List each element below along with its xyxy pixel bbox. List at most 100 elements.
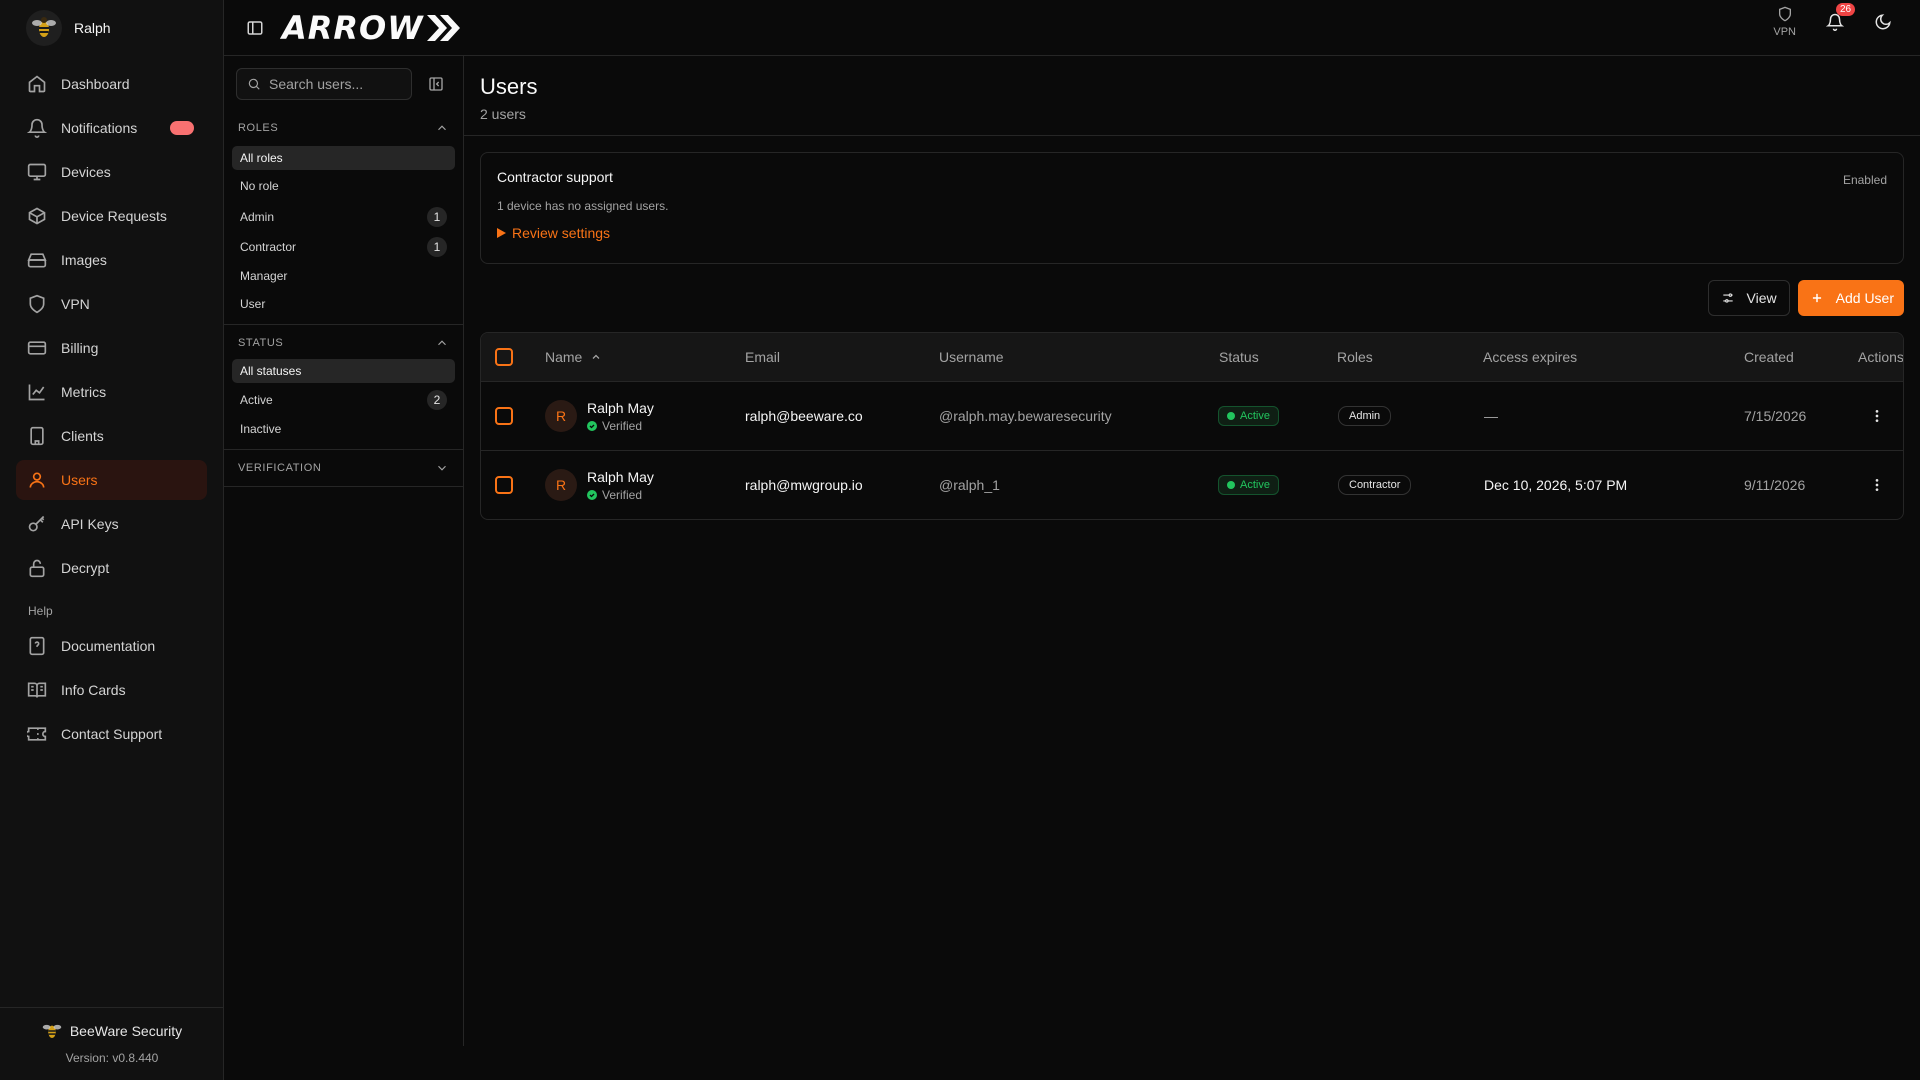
status-filter-label: Inactive (240, 422, 282, 436)
search-box[interactable] (236, 68, 412, 100)
status-label: Active (1240, 479, 1270, 491)
username-cell: @ralph.may.bewaresecurity (939, 408, 1112, 424)
select-all-checkbox[interactable] (495, 348, 513, 366)
sidebar: Ralph Dashboard Notifications Devices De… (0, 0, 224, 1080)
sliders-icon (1722, 293, 1733, 303)
main-content: Users 2 users Contractor support Enabled… (464, 56, 1920, 520)
sidebar-item-metrics[interactable]: Metrics (16, 372, 207, 412)
sort-ascending-icon (592, 354, 600, 359)
sidebar-header[interactable]: Ralph (0, 0, 223, 55)
package-icon (28, 207, 46, 225)
role-badge: Contractor (1338, 475, 1412, 495)
row-checkbox[interactable] (495, 407, 513, 425)
sidebar-item-dashboard[interactable]: Dashboard (16, 64, 207, 104)
verification-section-header[interactable]: VERIFICATION (232, 458, 455, 478)
avatar-initial: R (555, 408, 567, 424)
sidebar-item-documentation[interactable]: Documentation (16, 626, 207, 666)
theme-toggle-moon-icon[interactable] (1874, 13, 1892, 31)
add-user-button[interactable]: Add User (1797, 280, 1904, 316)
table-row[interactable]: R Ralph May Verified ralph@mwgroup.io @r… (481, 450, 1903, 519)
role-filter-manager[interactable]: Manager (232, 264, 455, 288)
name-column-header[interactable]: Name (545, 349, 602, 365)
key-icon (28, 515, 45, 532)
review-settings-link[interactable]: Review settings (497, 225, 1887, 241)
sidebar-item-users[interactable]: Users (16, 460, 207, 500)
shield-icon (29, 294, 45, 314)
role-filter-all[interactable]: All roles (232, 146, 455, 170)
sidebar-item-billing[interactable]: Billing (16, 328, 207, 368)
filter-panel: ROLES All roles No role Admin 1 Contracto… (224, 56, 464, 1046)
book-icon (27, 682, 47, 698)
sidebar-item-label: Notifications (61, 120, 138, 136)
sidebar-item-label: Dashboard (61, 76, 130, 92)
triangle-right-icon (497, 228, 506, 238)
search-input[interactable] (269, 76, 409, 92)
user-icon (29, 472, 45, 488)
status-filter-all[interactable]: All statuses (232, 359, 455, 383)
table-row[interactable]: R Ralph May Verified ralph@beeware.co @r… (481, 381, 1903, 450)
lock-icon (29, 559, 45, 578)
created-cell: 7/15/2026 (1744, 408, 1807, 424)
vpn-status-button[interactable]: VPN (1773, 6, 1796, 38)
sidebar-item-label: Users (61, 472, 98, 488)
notification-pill (170, 121, 194, 135)
card-title: Contractor support (497, 169, 613, 185)
review-settings-label: Review settings (512, 225, 611, 241)
sidebar-item-clients[interactable]: Clients (16, 416, 207, 456)
org-name: BeeWare Security (69, 1023, 183, 1039)
card-description: 1 device has no assigned users. (497, 199, 669, 213)
sidebar-item-device-requests[interactable]: Device Requests (16, 196, 207, 236)
role-filter-admin[interactable]: Admin 1 (232, 204, 455, 230)
verified-status: Verified (587, 488, 654, 502)
username-column-header: Username (939, 349, 1004, 365)
role-filter-no-role[interactable]: No role (232, 174, 455, 198)
sidebar-item-images[interactable]: Images (16, 240, 207, 280)
sidebar-item-label: Decrypt (61, 560, 110, 576)
sidebar-item-contact-support[interactable]: Contact Support (16, 714, 207, 754)
status-filter-label: Active (240, 393, 273, 407)
email-column-header: Email (745, 349, 781, 365)
sidebar-item-notifications[interactable]: Notifications (16, 108, 207, 148)
role-filter-label: No role (240, 179, 279, 193)
building-icon (30, 426, 44, 446)
row-actions-menu-icon[interactable] (1869, 477, 1885, 493)
roles-section-header[interactable]: ROLES (232, 118, 455, 138)
arrow-logo[interactable]: ARROW (282, 9, 460, 47)
sidebar-item-vpn[interactable]: VPN (16, 284, 207, 324)
org-brand[interactable]: BeeWare Security (0, 1020, 224, 1042)
verified-label: Verified (602, 487, 643, 502)
expires-cell: Dec 10, 2026, 5:07 PM (1484, 477, 1628, 493)
role-filter-user[interactable]: User (232, 292, 455, 316)
status-filter-inactive[interactable]: Inactive (232, 417, 455, 441)
status-filter-active[interactable]: Active 2 (232, 387, 455, 413)
divider (224, 449, 463, 450)
sidebar-item-label: VPN (61, 296, 90, 312)
collapse-panel-icon[interactable] (428, 76, 444, 92)
sidebar-item-info-cards[interactable]: Info Cards (16, 670, 207, 710)
view-options-button[interactable]: View (1707, 280, 1790, 316)
status-header-label: STATUS (238, 337, 284, 349)
notification-count-badge: 26 (1836, 3, 1856, 16)
divider (224, 324, 463, 325)
sidebar-toggle-icon[interactable] (246, 19, 264, 37)
row-actions-menu-icon[interactable] (1869, 408, 1885, 424)
row-checkbox[interactable] (495, 476, 513, 494)
sidebar-item-api-keys[interactable]: API Keys (16, 504, 207, 544)
status-filter-label: All statuses (240, 364, 302, 378)
role-filter-contractor[interactable]: Contractor 1 (232, 234, 455, 260)
user-name-cell: Ralph May Verified (587, 469, 654, 502)
avatar: R (545, 400, 577, 432)
sidebar-item-devices[interactable]: Devices (16, 152, 207, 192)
app-version: Version: v0.8.440 (65, 1051, 159, 1065)
sidebar-item-label: Images (61, 252, 107, 268)
avatar-initial: R (555, 477, 567, 493)
status-section-header[interactable]: STATUS (232, 333, 455, 353)
top-bar: ARROW VPN 26 (224, 0, 1920, 56)
status-count: 2 (427, 390, 447, 410)
search-row (232, 68, 455, 100)
notifications-button[interactable]: 26 (1826, 3, 1856, 31)
sidebar-item-decrypt[interactable]: Decrypt (16, 548, 207, 588)
credit-card-icon (27, 341, 47, 355)
chevron-up-icon (438, 125, 446, 131)
search-icon (248, 78, 260, 90)
